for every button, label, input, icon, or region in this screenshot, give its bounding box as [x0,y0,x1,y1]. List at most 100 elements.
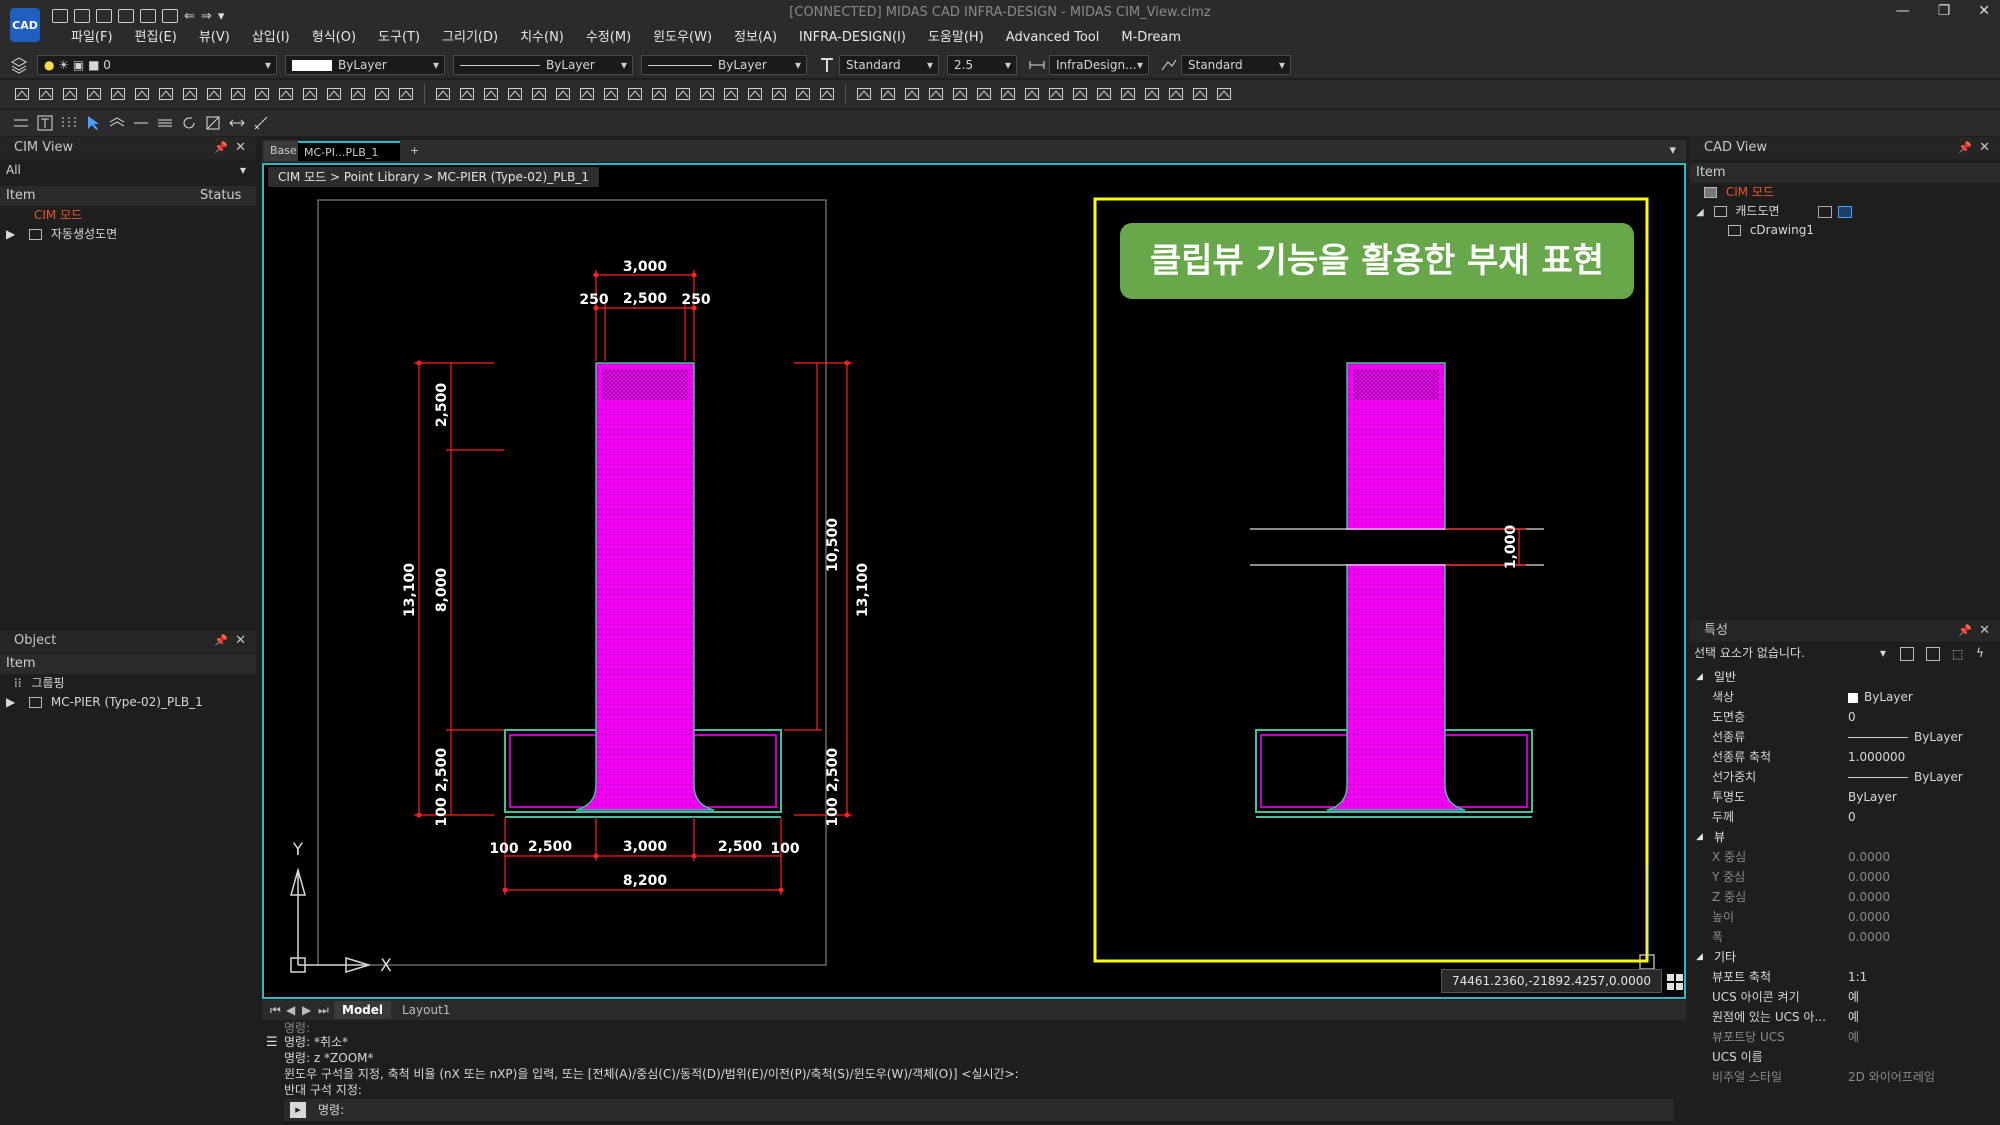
dim-linear-icon[interactable] [13,85,31,103]
rebar-draw-icon[interactable] [482,85,500,103]
close-icon[interactable]: ✕ [235,137,246,159]
clip-view-icon[interactable] [602,85,620,103]
close-icon[interactable]: ✕ [1979,137,1990,159]
dim-arc-icon[interactable] [325,85,343,103]
prop-row-layer[interactable]: 도면층 0 [1690,707,2000,727]
section-general[interactable]: ◢ 일반 [1690,667,2000,687]
menu-edit[interactable]: 편집(E) [124,28,188,48]
menu-dimension[interactable]: 치수(N) [509,28,575,48]
model-view-icon[interactable] [1838,206,1852,218]
prop-row-lineweight[interactable]: 선가중치 ByLayer [1690,767,2000,787]
menu-m-dream[interactable]: M-Dream [1110,28,1192,48]
block-edit-icon[interactable] [879,85,897,103]
plot-icon[interactable] [951,85,969,103]
menu-draw[interactable]: 그리기(D) [431,28,509,48]
prop-row-width[interactable]: 폭 0.0000 [1690,927,2000,947]
menu-view[interactable]: 뷰(V) [188,28,241,48]
block-insert-icon[interactable] [855,85,873,103]
viewport-clip-icon[interactable] [1095,85,1113,103]
dim-space-icon[interactable] [373,85,391,103]
tree-item-auto-drawing[interactable]: ▶ 자동생성도면 [0,225,256,244]
publish-icon[interactable] [975,85,993,103]
stretch-icon[interactable] [228,114,246,132]
text-box-icon[interactable] [36,114,54,132]
multiline-icon[interactable] [156,114,174,132]
linetype-combo[interactable]: ByLayer [453,55,633,75]
dim-center-icon[interactable] [253,85,271,103]
line-icon[interactable] [132,114,150,132]
sheet-set-icon[interactable] [1047,85,1065,103]
close-icon[interactable]: ✕ [235,630,246,652]
prop-row-visual-style[interactable]: 비주얼 스타일 2D 와이어프레임 [1690,1067,2000,1087]
ucs-view-icon[interactable] [1167,85,1185,103]
dim-aligned-icon[interactable] [37,85,55,103]
table-style-icon[interactable] [1160,56,1178,74]
tree-item-cim-mode[interactable]: CIM 모드 [0,206,256,225]
layer-freeze-icon[interactable] [746,85,764,103]
col-item[interactable]: Item [6,656,36,671]
match-props-icon[interactable] [626,85,644,103]
export-dwg-icon[interactable] [1023,85,1041,103]
dim-ordinate-icon[interactable] [133,85,151,103]
menu-help[interactable]: 도움말(H) [917,28,995,48]
dim-inspect-icon[interactable] [277,85,295,103]
viewport-lock-icon[interactable] [1119,85,1137,103]
section-view[interactable]: ◢ 뷰 [1690,827,2000,847]
tree-item-grouping[interactable]: ⁞⁞ 그룹핑 [0,674,256,693]
scale-icon[interactable] [204,114,222,132]
lightning-icon[interactable]: ϟ [1976,644,1984,663]
prop-row-center-z[interactable]: Z 중심 0.0000 [1690,887,2000,907]
dim-tolerance-icon[interactable] [229,85,247,103]
dim-continue-icon[interactable] [181,85,199,103]
expand-arrow-icon[interactable]: ▶ [6,695,15,709]
dim-angular-icon[interactable] [61,85,79,103]
rebar-table-icon[interactable] [530,85,548,103]
last-layout-icon[interactable]: ⏭ [310,1001,337,1019]
tree-item-cad-drawing[interactable]: ◢ 캐드도면 [1690,202,2000,221]
dim-style-icon[interactable] [1028,56,1046,74]
dim-baseline-icon[interactable] [157,85,175,103]
prop-row-ucs-at-origin[interactable]: 원점에 있는 UCS 아... 예 [1690,1007,2000,1027]
prop-row-ucs-per-viewport[interactable]: 뷰포트당 UCS 예 [1690,1027,2000,1047]
col-status[interactable]: Status [200,186,241,206]
settings-icon[interactable] [1191,85,1209,103]
layer-iso-icon[interactable] [818,85,836,103]
restore-icon[interactable]: ❐ [1938,3,1951,19]
dim-jogged-icon[interactable] [301,85,319,103]
prop-row-linetype-scale[interactable]: 선종류 축척 1.000000 [1690,747,2000,767]
detail-view-icon[interactable] [578,85,596,103]
rotate-icon[interactable] [180,114,198,132]
color-combo[interactable]: ByLayer [285,55,445,75]
table-insert-icon[interactable] [434,85,452,103]
prop-row-center-x[interactable]: X 중심 0.0000 [1690,847,2000,867]
pin-icon[interactable]: 📌 [1958,137,1972,159]
hide-icon[interactable] [674,85,692,103]
isolate-icon[interactable] [650,85,668,103]
layers-stack-icon[interactable] [108,114,126,132]
add-tab-button[interactable]: + [404,141,425,161]
drawing-viewport[interactable]: 3,000 250 2,500 250 2,500 13,100 8,000 2… [262,163,1686,999]
dim-style-combo[interactable]: InfraDesign... [1049,55,1149,75]
dim-break-icon[interactable] [349,85,367,103]
table-style-combo[interactable]: Standard [1181,55,1291,75]
selection-dropdown[interactable]: 선택 요소가 없습니다. ▾ ⬚ ϟ [1690,644,2000,663]
tab-list-chevron-icon[interactable]: ▾ [1663,141,1682,161]
menu-insert[interactable]: 삽입(I) [241,28,301,48]
prop-row-transparency[interactable]: 투명도 ByLayer [1690,787,2000,807]
text-style-icon[interactable] [818,56,836,74]
prop-row-ucs-icon-on[interactable]: UCS 아이콘 켜기 예 [1690,987,2000,1007]
tab-layout1[interactable]: Layout1 [394,1001,458,1019]
dim-leader-icon[interactable] [205,85,223,103]
layer-lock-icon[interactable] [770,85,788,103]
tree-item-mc-pier[interactable]: ▶ MC-PIER (Type-02)_PLB_1 [0,693,256,712]
export-pdf-icon[interactable] [999,85,1017,103]
command-menu-icon[interactable]: ☰ [266,1035,278,1050]
dim-radius-icon[interactable] [85,85,103,103]
menu-info[interactable]: 정보(A) [723,28,788,48]
layer-off-icon[interactable] [722,85,740,103]
pin-icon[interactable]: 📌 [1958,620,1972,642]
tab-mc-pier[interactable]: MC-PI...PLB_1 ✕ [298,141,400,179]
pin-icon[interactable]: 📌 [214,137,228,159]
ucs-world-icon[interactable] [1143,85,1161,103]
col-item[interactable]: Item [1696,165,1726,180]
